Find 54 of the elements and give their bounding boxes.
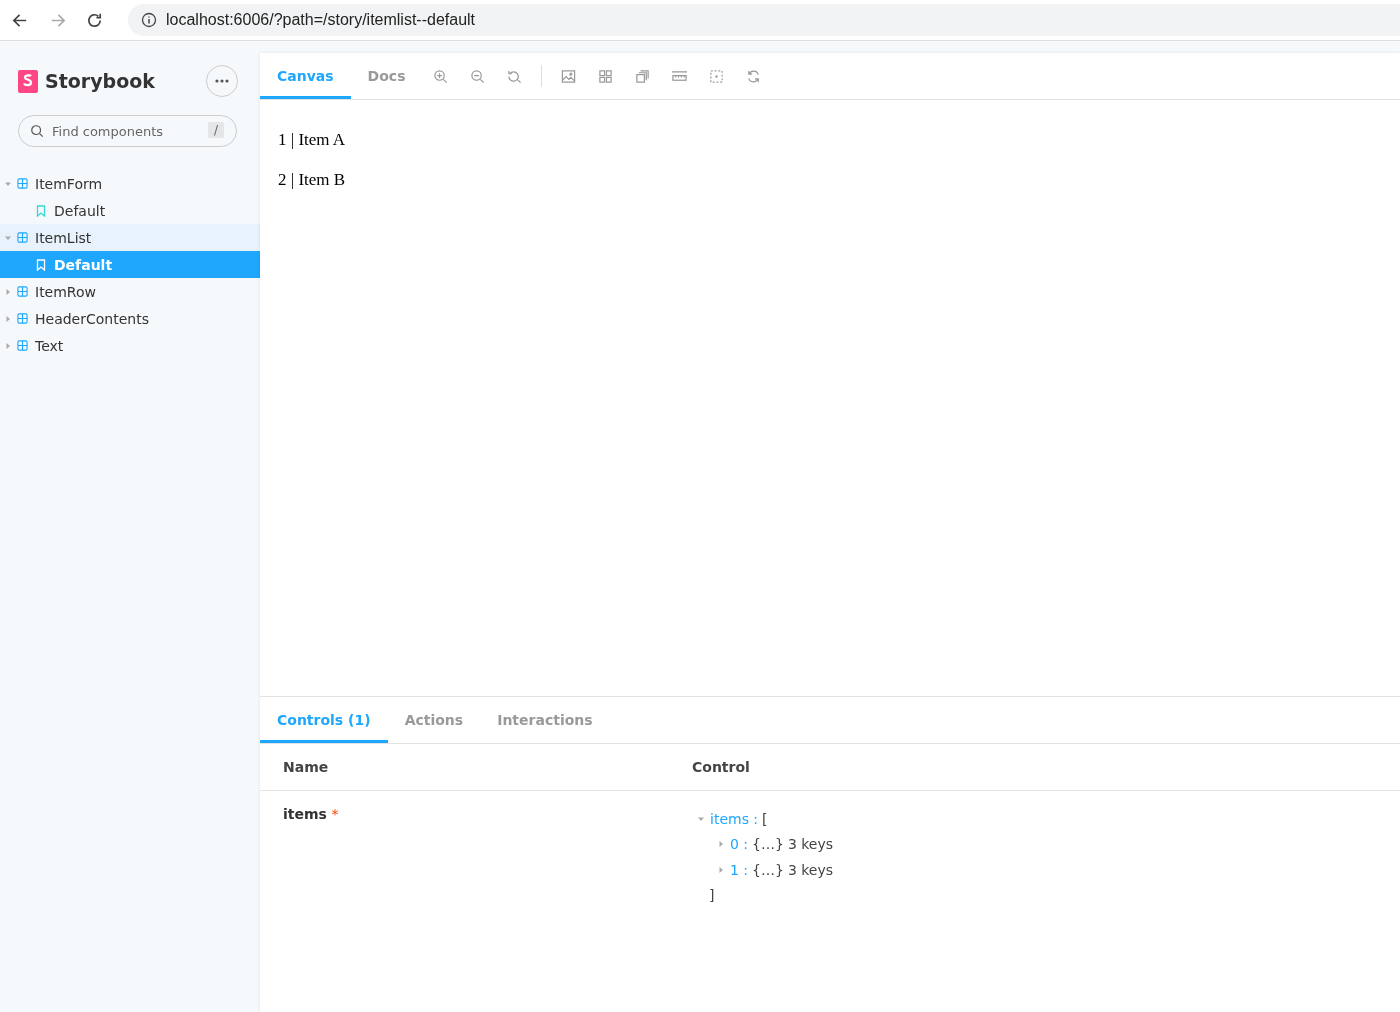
refresh-icon[interactable] (746, 68, 762, 84)
required-asterisk: * (331, 806, 339, 822)
object-key[interactable]: 0 : (730, 836, 749, 853)
addon-tab[interactable]: Actions (387, 697, 481, 743)
zoom-out-icon[interactable] (470, 68, 486, 84)
arg-name: items (283, 806, 327, 822)
list-item-text: 1 | Item A (278, 130, 347, 150)
bookmark-icon (36, 204, 46, 217)
layers-icon[interactable] (635, 68, 651, 84)
view-tab[interactable]: Canvas (260, 53, 351, 99)
brand-name: Storybook (45, 70, 156, 92)
object-key[interactable]: 1 : (730, 861, 749, 878)
tree-item[interactable]: Text (0, 332, 260, 359)
menu-button[interactable] (206, 65, 238, 97)
component-icon (17, 340, 28, 351)
tree-item[interactable]: HeaderContents (0, 305, 260, 332)
ellipsis-icon (215, 79, 229, 83)
caret-icon[interactable] (718, 841, 724, 848)
column-header: Control (692, 759, 750, 775)
shortcut-key: / (207, 122, 224, 138)
component-icon (17, 313, 28, 324)
component-icon (17, 178, 28, 189)
component-icon (17, 286, 28, 297)
collapsed-value: {…} (752, 861, 784, 878)
collapsed-value: {…} (752, 836, 784, 853)
search-icon (30, 124, 44, 138)
zoom-reset-icon[interactable] (507, 68, 523, 84)
dashed-square-icon[interactable] (709, 68, 725, 84)
addon-tab[interactable]: Interactions (480, 697, 610, 743)
column-header: Name (282, 759, 330, 775)
caret-icon[interactable] (698, 815, 704, 822)
logo-icon (18, 69, 38, 93)
tree-item[interactable]: ItemRow (0, 278, 260, 305)
url-text: localhost:6006/?path=/story/itemlist--default (166, 11, 476, 29)
view-tab[interactable]: Docs (350, 53, 423, 99)
address-bar[interactable]: localhost:6006/?path=/story/itemlist--default (128, 4, 1400, 36)
component-icon (17, 232, 28, 243)
grid-icon[interactable] (598, 68, 614, 84)
zoom-in-icon[interactable] (433, 68, 449, 84)
list-item-text: 2 | Item B (278, 170, 347, 190)
story-item[interactable]: Default (0, 251, 260, 278)
bracket: ] (709, 887, 715, 904)
tree-item[interactable]: ItemForm (0, 170, 260, 197)
ruler-icon[interactable] (672, 68, 688, 84)
addon-tab[interactable]: Controls (1) (260, 697, 388, 743)
image-icon[interactable] (561, 68, 577, 84)
key-count: 3 keys (787, 836, 834, 853)
bookmark-icon (36, 258, 46, 271)
caret-icon[interactable] (718, 866, 724, 873)
key-count: 3 keys (787, 861, 834, 878)
object-key[interactable]: items : (710, 810, 759, 827)
bracket: [ (762, 810, 768, 827)
info-icon (141, 12, 157, 28)
story-item[interactable]: Default (0, 197, 260, 224)
